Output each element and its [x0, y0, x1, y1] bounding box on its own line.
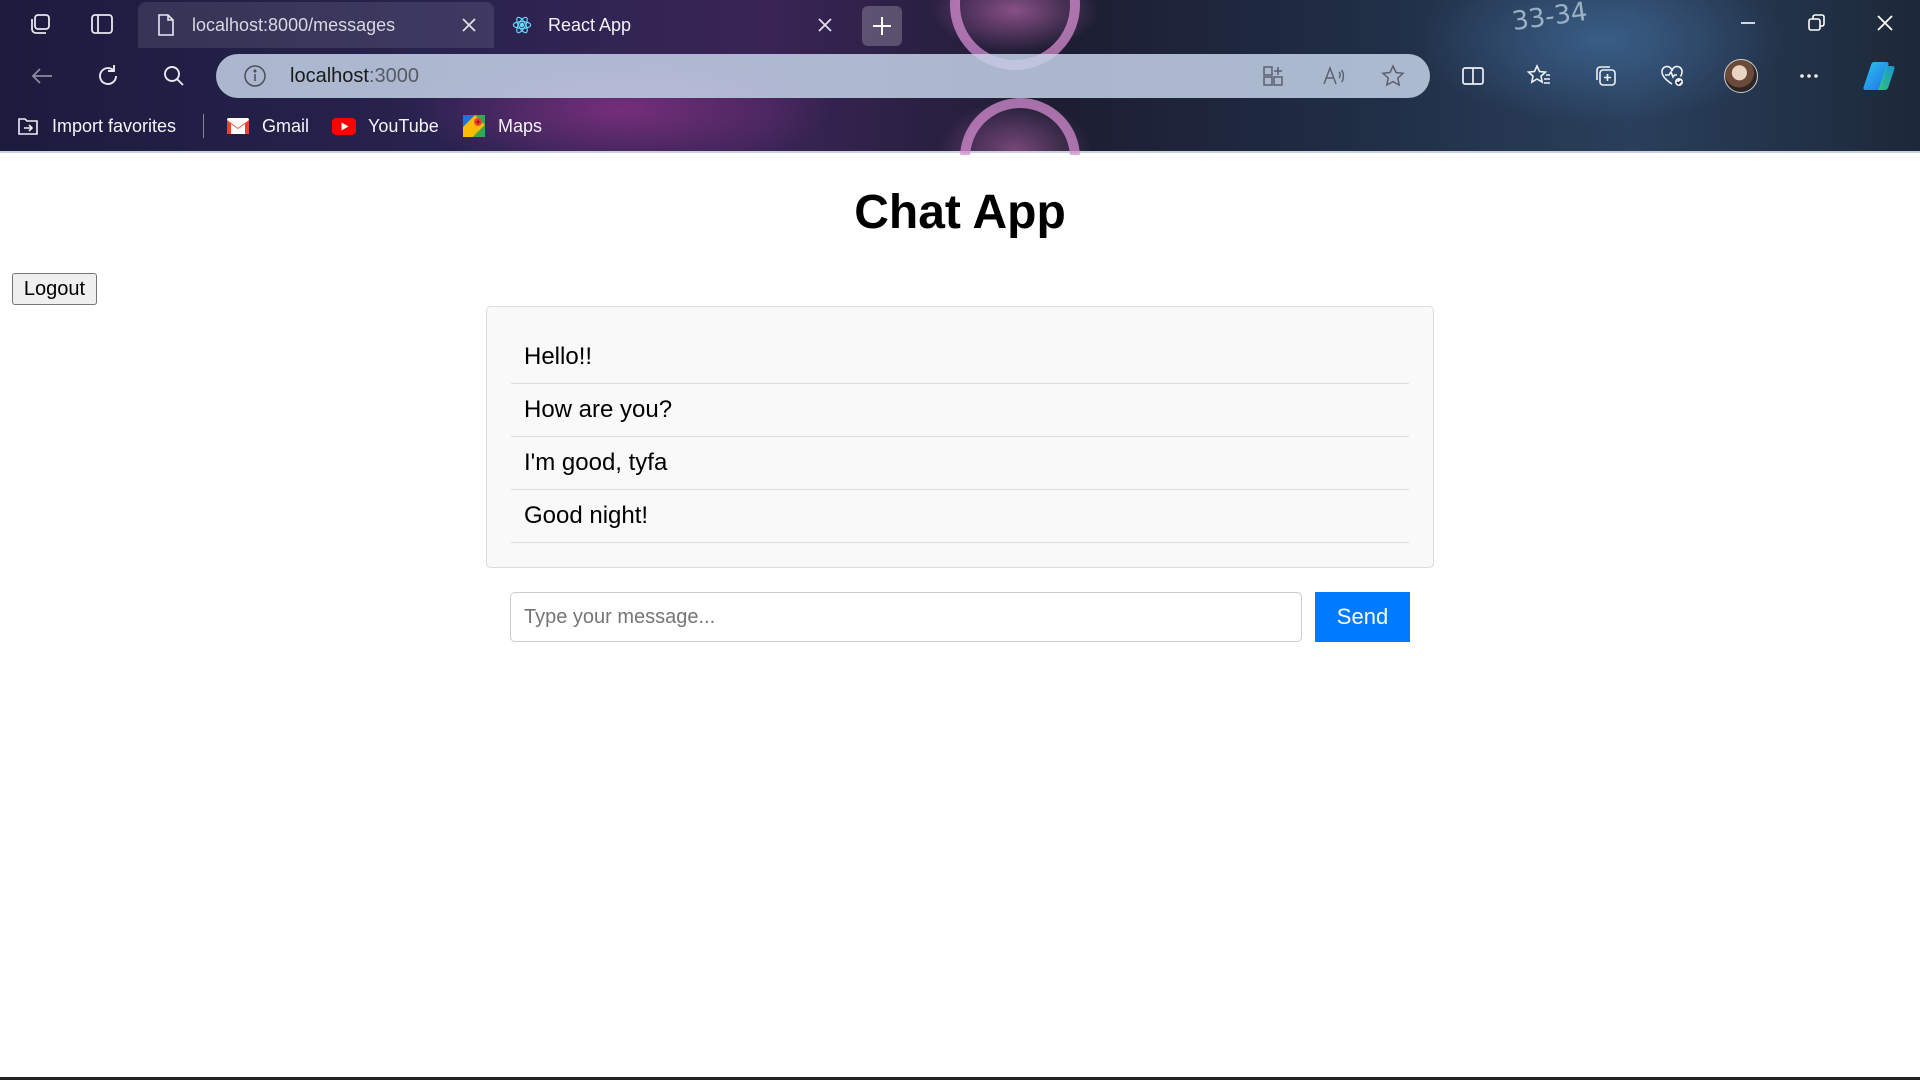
logout-button[interactable]: Logout — [12, 273, 97, 305]
restore-icon[interactable] — [1803, 10, 1829, 36]
message-item: I'm good, tyfa — [511, 437, 1409, 490]
address-url[interactable]: localhost:3000 — [290, 65, 419, 88]
favorites-separator — [203, 114, 204, 138]
minimize-icon[interactable] — [1735, 10, 1761, 36]
app-available-icon[interactable] — [1260, 63, 1286, 89]
address-bar[interactable]: localhost:3000 — [216, 54, 1430, 98]
page-title: Chat App — [854, 186, 1066, 239]
read-aloud-icon[interactable] — [1320, 63, 1346, 89]
favorites-icon[interactable] — [1525, 62, 1553, 90]
fav-label: YouTube — [368, 115, 439, 136]
search-icon[interactable] — [160, 62, 188, 90]
gmail-icon — [226, 115, 250, 137]
site-info-icon[interactable] — [242, 63, 268, 89]
tab-react-app[interactable]: React App — [494, 2, 850, 48]
back-arrow-icon[interactable] — [28, 62, 56, 90]
new-tab-button[interactable] — [862, 6, 902, 46]
split-screen-icon[interactable] — [1459, 62, 1487, 90]
refresh-icon[interactable] — [94, 62, 122, 90]
copilot-icon[interactable] — [1862, 60, 1898, 92]
fav-import-favorites[interactable]: Import favorites — [16, 112, 176, 140]
message-item: How are you? — [511, 384, 1409, 437]
more-options-icon[interactable] — [1795, 62, 1823, 90]
tab-localhost-messages[interactable]: localhost:8000/messages — [138, 2, 494, 48]
address-host: localhost — [290, 64, 369, 87]
browser-essentials-icon[interactable] — [1658, 62, 1686, 90]
fav-maps[interactable]: Maps — [462, 112, 542, 140]
maps-icon — [462, 115, 486, 137]
tab-strip: localhost:8000/messages React App — [0, 0, 1920, 48]
fav-label: Import favorites — [52, 115, 177, 136]
browser-chrome: 33-34 localhost:8000/messages React App … — [0, 0, 1920, 218]
plus-icon — [873, 17, 891, 35]
close-tab-icon[interactable] — [458, 14, 480, 36]
message-input[interactable] — [510, 592, 1302, 642]
youtube-icon — [332, 115, 356, 137]
page-icon — [156, 14, 176, 36]
message-item: Hello!! — [511, 331, 1409, 384]
fav-label: Maps — [498, 115, 543, 136]
tab-title: localhost:8000/messages — [192, 14, 396, 35]
fav-label: Gmail — [262, 115, 310, 136]
send-button[interactable]: Send — [1315, 592, 1410, 642]
collections-icon[interactable] — [1592, 62, 1620, 90]
browser-toolbar: localhost:3000 — [0, 52, 1920, 100]
page-content: Chat App Logout Hello!! How are you? I'm… — [0, 155, 1920, 1080]
address-port: :3000 — [368, 64, 419, 87]
import-favorites-icon — [16, 115, 40, 137]
fav-youtube[interactable]: YouTube — [332, 112, 439, 140]
message-item: Good night! — [511, 490, 1409, 543]
workspaces-icon[interactable] — [26, 10, 54, 38]
favorites-bar: Import favorites Gmail YouTube Maps — [0, 108, 1920, 144]
close-window-icon[interactable] — [1872, 10, 1898, 36]
messages-list: Hello!! How are you? I'm good, tyfa Good… — [486, 306, 1434, 568]
profile-avatar[interactable] — [1724, 59, 1758, 93]
fav-gmail[interactable]: Gmail — [226, 112, 309, 140]
close-tab-icon[interactable] — [814, 14, 836, 36]
favorite-star-icon[interactable] — [1380, 63, 1406, 89]
tab-actions-icon[interactable] — [88, 10, 116, 38]
react-icon — [512, 14, 532, 36]
message-composer: Send — [510, 592, 1410, 642]
tab-title: React App — [548, 14, 632, 35]
